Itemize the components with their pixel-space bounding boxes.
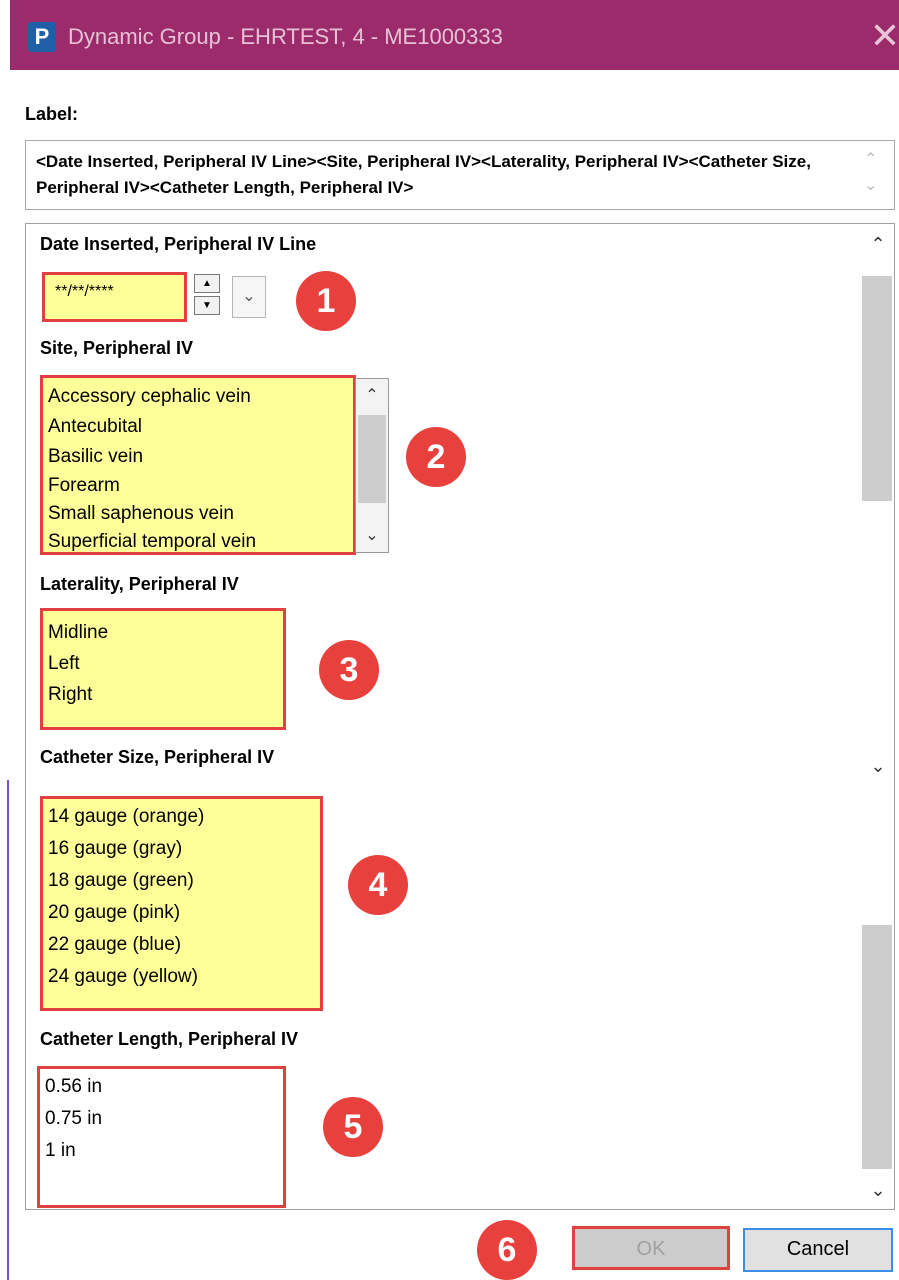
label-textbox[interactable]: <Date Inserted, Peripheral IV Line><Site… [25, 140, 895, 210]
spin-down-icon[interactable]: ▼ [194, 296, 220, 315]
catheter-size-title: Catheter Size, Peripheral IV [40, 747, 275, 767]
chevron-down-icon[interactable]: ⌄ [232, 276, 266, 318]
chevron-down-icon[interactable]: ⌄ [862, 1178, 894, 1202]
catheter-length-title: Catheter Length, Peripheral IV [40, 1029, 299, 1049]
list-item[interactable]: 16 gauge (gray) [43, 833, 320, 865]
spin-up-icon[interactable]: ▲ [194, 274, 220, 293]
chevron-down-icon[interactable]: ⌄ [864, 175, 877, 195]
callout-badge-2: 2 [406, 427, 466, 487]
title-bar: P Dynamic Group - EHRTEST, 4 - ME1000333… [10, 0, 899, 70]
callout-badge-3: 3 [319, 640, 379, 700]
list-item[interactable]: 20 gauge (pink) [43, 897, 320, 929]
callout-badge-1: 1 [296, 271, 356, 331]
catheter-length-listbox[interactable]: 0.56 in 0.75 in 1 in [37, 1066, 286, 1208]
chevron-down-icon[interactable]: ⌄ [356, 519, 388, 553]
cancel-button[interactable]: Cancel [743, 1228, 893, 1272]
screenshot-seam [26, 779, 894, 781]
catheter-size-listbox[interactable]: 14 gauge (orange) 16 gauge (gray) 18 gau… [40, 796, 323, 1011]
close-icon[interactable]: ✕ [865, 14, 899, 58]
list-item[interactable]: 14 gauge (orange) [43, 801, 320, 833]
date-inserted-field[interactable]: **/**/**** [42, 272, 187, 322]
callout-badge-4: 4 [348, 855, 408, 915]
label-heading: Label: [25, 104, 79, 124]
dynamic-group-panel: ⌃ ⌄ ⌄ Date Inserted, Peripheral IV Line … [25, 223, 895, 1210]
window-title: Dynamic Group - EHRTEST, 4 - ME1000333 [68, 24, 503, 49]
list-item[interactable]: Small saphenous vein [43, 500, 353, 528]
date-inserted-title: Date Inserted, Peripheral IV Line [40, 234, 317, 254]
list-item[interactable]: Midline [43, 617, 283, 648]
list-item[interactable]: Basilic vein [43, 442, 353, 472]
scrollbar-thumb[interactable] [358, 415, 386, 503]
list-item[interactable]: Accessory cephalic vein [43, 382, 353, 412]
laterality-listbox[interactable]: Midline Left Right [40, 608, 286, 730]
list-item[interactable]: 22 gauge (blue) [43, 929, 320, 961]
window-left-edge [0, 0, 10, 780]
chevron-up-icon[interactable]: ⌃ [356, 379, 388, 413]
laterality-title: Laterality, Peripheral IV [40, 574, 239, 594]
site-scrollbar[interactable]: ⌃ ⌄ [355, 378, 389, 553]
callout-badge-5: 5 [323, 1097, 383, 1157]
list-item[interactable]: 1 in [40, 1135, 283, 1167]
chevron-up-icon[interactable]: ⌃ [862, 232, 894, 256]
app-logo-icon: P [28, 22, 56, 52]
chevron-up-icon[interactable]: ⌃ [864, 149, 877, 169]
list-item[interactable]: Left [43, 648, 283, 679]
site-listbox[interactable]: Accessory cephalic vein Antecubital Basi… [40, 375, 356, 555]
ok-button[interactable]: OK [572, 1226, 730, 1270]
list-item[interactable]: Right [43, 679, 283, 710]
chevron-down-icon[interactable]: ⌄ [862, 754, 894, 778]
list-item[interactable]: Antecubital [43, 412, 353, 442]
list-item[interactable]: Forearm [43, 472, 353, 500]
scrollbar-thumb-lower[interactable] [862, 925, 892, 1169]
site-title: Site, Peripheral IV [40, 338, 194, 358]
list-item[interactable]: 18 gauge (green) [43, 865, 320, 897]
list-item[interactable]: Superficial temporal vein [43, 528, 353, 552]
list-item[interactable]: 0.75 in [40, 1103, 283, 1135]
label-text: <Date Inserted, Peripheral IV Line><Site… [36, 152, 811, 197]
window-left-border [7, 780, 9, 1280]
list-item[interactable]: 24 gauge (yellow) [43, 961, 320, 993]
scrollbar-thumb[interactable] [862, 276, 892, 501]
callout-badge-6: 6 [477, 1220, 537, 1280]
list-item[interactable]: 0.56 in [40, 1071, 283, 1103]
